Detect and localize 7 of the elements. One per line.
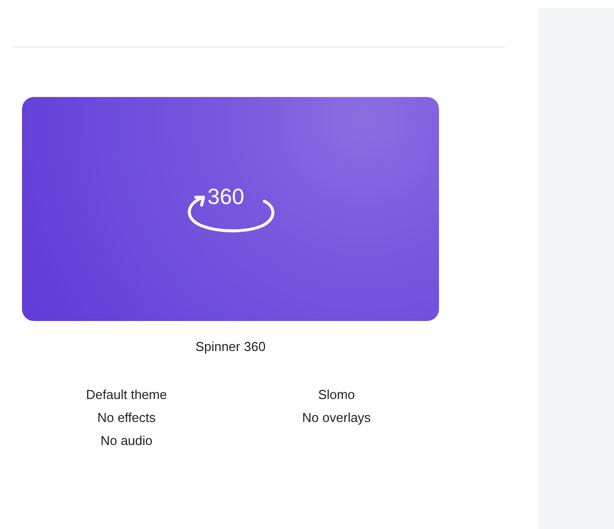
badge-text: 360 (206, 185, 246, 209)
setting-label: Slomo (318, 386, 355, 403)
setting-label: No audio (100, 432, 153, 449)
setting-label: No overlays (302, 409, 371, 426)
setting-label: No effects (97, 409, 156, 426)
card-title: Spinner 360 (195, 339, 266, 354)
setting-label: Default theme (86, 386, 167, 403)
